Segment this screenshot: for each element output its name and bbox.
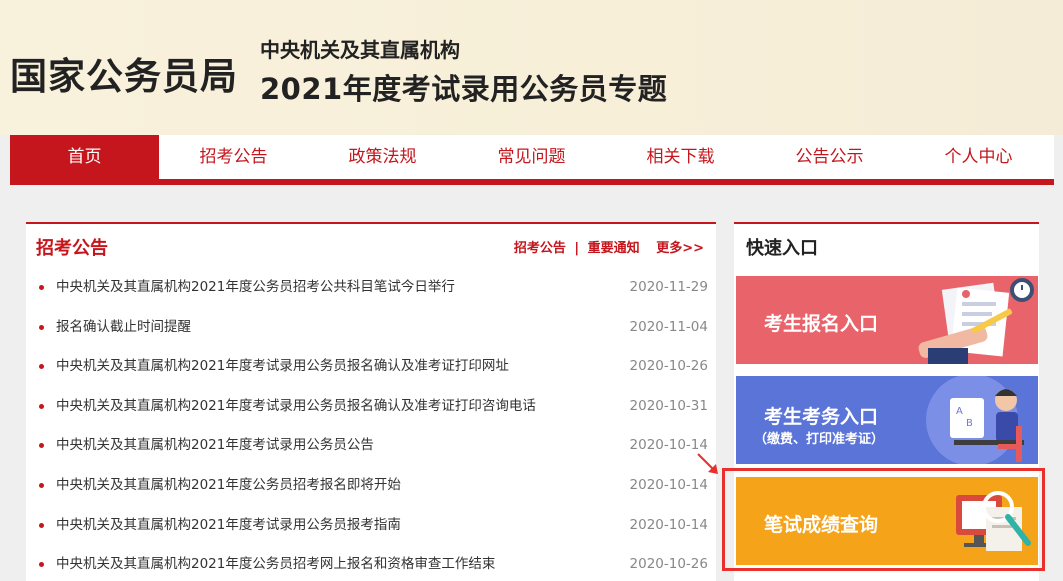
site-brand[interactable]: 国家公务员局 bbox=[10, 46, 238, 100]
svg-text:B: B bbox=[966, 418, 973, 429]
list-item: 中央机关及其直属机构2021年度公务员招考公共科目笔试今日举行 2020-11-2… bbox=[26, 268, 716, 308]
news-list: 中央机关及其直属机构2021年度公务员招考公共科目笔试今日举行 2020-11-2… bbox=[26, 268, 716, 581]
nav-item-notices[interactable]: 公告公示 bbox=[755, 135, 904, 179]
bullet-icon bbox=[39, 403, 44, 409]
news-title[interactable]: 中央机关及其直属机构2021年度考试录用公务员报名确认及准考证打印咨询电话 bbox=[56, 398, 536, 414]
news-title[interactable]: 中央机关及其直属机构2021年度考试录用公务员报考指南 bbox=[56, 517, 401, 533]
subtitle-line2: 2021年度考试录用公务员专题 bbox=[260, 72, 668, 106]
link-more[interactable]: 更多>> bbox=[656, 241, 704, 256]
registration-entry-label: 考生报名入口 bbox=[764, 313, 879, 335]
news-date: 2020-11-29 bbox=[629, 279, 708, 295]
svg-text:A: A bbox=[956, 406, 963, 417]
subtitle-line1: 中央机关及其直属机构 bbox=[260, 38, 460, 62]
news-date: 2020-11-04 bbox=[629, 318, 708, 335]
nav-item-downloads[interactable]: 相关下载 bbox=[606, 135, 755, 179]
bullet-icon bbox=[39, 482, 44, 488]
quick-access-title: 快速入口 bbox=[746, 238, 818, 259]
list-item: 报名确认截止时间提醒 2020-11-04 bbox=[26, 308, 716, 348]
nav-item-home[interactable]: 首页 bbox=[10, 135, 159, 179]
bullet-icon bbox=[39, 285, 44, 290]
news-title[interactable]: 报名确认截止时间提醒 bbox=[56, 319, 191, 335]
list-item: 中央机关及其直属机构2021年度考试录用公务员公告 2020-10-14 bbox=[26, 426, 716, 466]
news-date: 2020-10-26 bbox=[629, 358, 708, 375]
highlight-box bbox=[722, 468, 1045, 571]
bullet-icon bbox=[39, 443, 44, 449]
exam-affairs-entry-note: （缴费、打印准考证） bbox=[754, 432, 885, 447]
main-nav: 首页 招考公告 政策法规 常见问题 相关下载 公告公示 个人中心 bbox=[10, 135, 1054, 185]
news-title[interactable]: 中央机关及其直属机构2021年度公务员招考报名即将开始 bbox=[56, 477, 401, 493]
bullet-icon bbox=[39, 324, 44, 330]
exam-affairs-entry-button[interactable]: 考生考务入口 （缴费、打印准考证） A B bbox=[736, 376, 1038, 464]
list-item: 中央机关及其直属机构2021年度考试录用公务员报名确认及准考证打印咨询电话 202… bbox=[26, 387, 716, 427]
student-desk-icon: A B bbox=[926, 376, 1024, 464]
nav-item-recruitment[interactable]: 招考公告 bbox=[159, 135, 308, 179]
site-header: 国家公务员局 中央机关及其直属机构 2021年度考试录用公务员专题 bbox=[0, 0, 1063, 135]
news-title[interactable]: 中央机关及其直属机构2021年度考试录用公务员公告 bbox=[56, 437, 374, 453]
nav-item-personal[interactable]: 个人中心 bbox=[904, 135, 1053, 179]
nav-item-policy[interactable]: 政策法规 bbox=[308, 135, 457, 179]
news-title[interactable]: 中央机关及其直属机构2021年度公务员招考网上报名和资格审查工作结束 bbox=[56, 556, 495, 572]
arrow-indicator-icon bbox=[697, 453, 718, 474]
link-recruitment[interactable]: 招考公告 bbox=[514, 241, 566, 256]
list-item: 中央机关及其直属机构2021年度公务员招考报名即将开始 2020-10-14 bbox=[26, 466, 716, 506]
link-separator: | bbox=[574, 241, 580, 256]
announcements-header: 招考公告 招考公告 | 重要通知 更多>> bbox=[26, 224, 716, 268]
bullet-icon bbox=[39, 522, 44, 528]
list-item: 中央机关及其直属机构2021年度考试录用公务员报名确认及准考证打印网址 2020-… bbox=[26, 347, 716, 387]
documents-pen-icon bbox=[918, 278, 1034, 364]
bullet-icon bbox=[39, 364, 44, 370]
news-title[interactable]: 中央机关及其直属机构2021年度考试录用公务员报名确认及准考证打印网址 bbox=[56, 358, 509, 374]
exam-affairs-entry-label: 考生考务入口 bbox=[764, 406, 879, 428]
news-date: 2020-10-26 bbox=[629, 556, 708, 573]
registration-entry-button[interactable]: 考生报名入口 bbox=[736, 276, 1038, 364]
announcements-title: 招考公告 bbox=[36, 238, 108, 259]
list-item: 中央机关及其直属机构2021年度公务员招考网上报名和资格审查工作结束 2020-1… bbox=[26, 545, 716, 581]
news-title[interactable]: 中央机关及其直属机构2021年度公务员招考公共科目笔试今日举行 bbox=[56, 279, 455, 295]
bullet-icon bbox=[39, 562, 44, 568]
link-important[interactable]: 重要通知 bbox=[588, 241, 640, 256]
announcements-panel: 招考公告 招考公告 | 重要通知 更多>> 中央机关及其直属机构2021年度公务… bbox=[26, 222, 716, 581]
news-date: 2020-10-31 bbox=[629, 397, 708, 414]
announcements-links: 招考公告 | 重要通知 更多>> bbox=[514, 237, 704, 256]
news-date: 2020-10-14 bbox=[629, 516, 708, 533]
list-item: 中央机关及其直属机构2021年度考试录用公务员报考指南 2020-10-14 bbox=[26, 506, 716, 546]
nav-item-faq[interactable]: 常见问题 bbox=[457, 135, 606, 179]
